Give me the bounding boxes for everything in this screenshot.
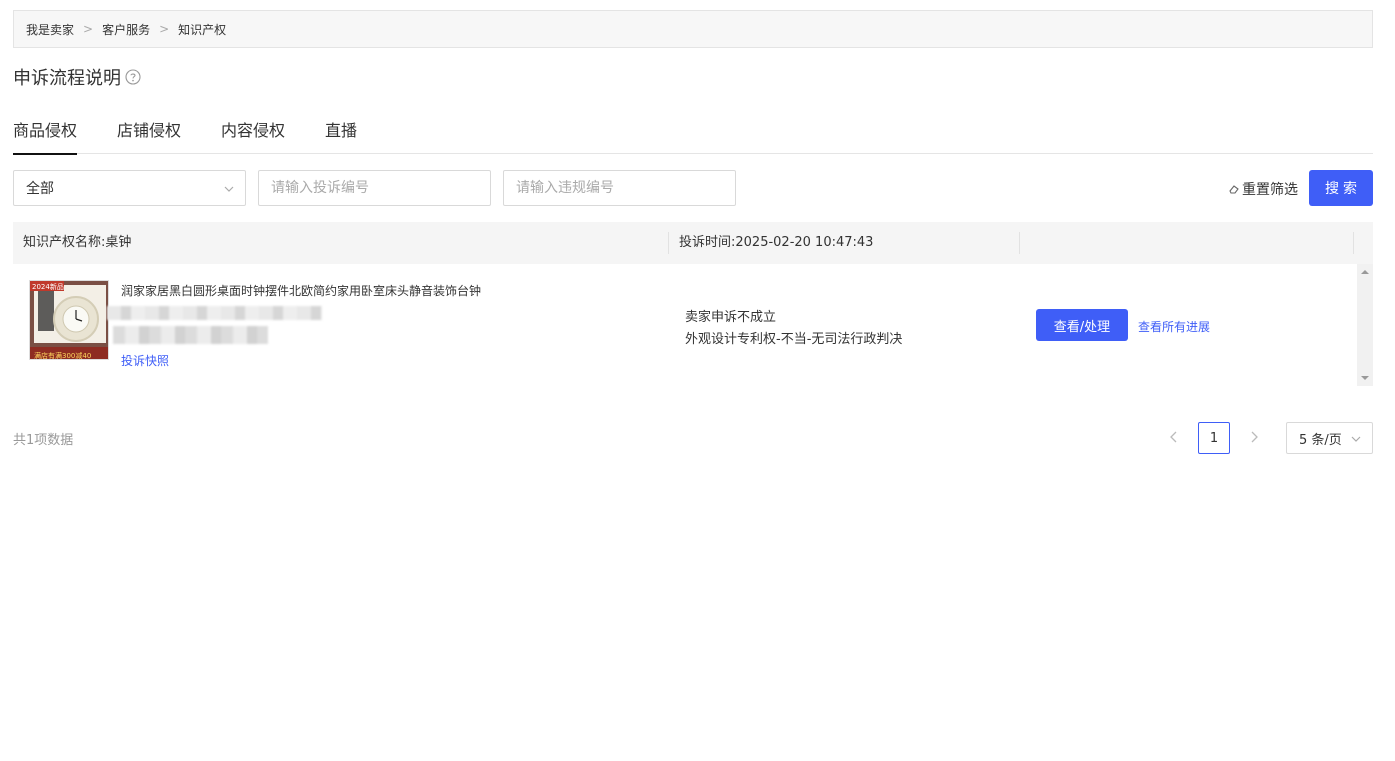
redacted-info bbox=[113, 326, 268, 344]
ip-name-header: 知识产权名称:桌钟 bbox=[23, 235, 132, 250]
chevron-down-icon bbox=[224, 186, 234, 192]
breadcrumb-item-seller[interactable]: 我是卖家 bbox=[26, 21, 74, 38]
page-title: 申诉流程说明 bbox=[13, 68, 121, 89]
tab-content-infringement[interactable]: 内容侵权 bbox=[221, 110, 285, 154]
chevron-left-icon[interactable] bbox=[1167, 430, 1181, 444]
status-select-value: 全部 bbox=[26, 181, 54, 197]
scroll-down-arrow-icon[interactable] bbox=[1361, 374, 1369, 382]
table-header: 知识产权名称:桌钟 投诉时间:2025-02-20 10:47:43 bbox=[13, 222, 1373, 264]
complaint-time-header: 投诉时间:2025-02-20 10:47:43 bbox=[679, 235, 874, 250]
chevron-down-icon bbox=[1351, 436, 1361, 442]
breadcrumb-item-customer-service[interactable]: 客户服务 bbox=[102, 21, 150, 38]
column-divider bbox=[668, 232, 669, 254]
product-thumbnail[interactable]: 2024新品 满店有满300减40 bbox=[29, 280, 109, 360]
appeal-status: 卖家申诉不成立 bbox=[685, 310, 777, 325]
thumb-tag: 2024新品 bbox=[32, 282, 64, 291]
filter-bar: 全部 重置筛选 搜索 bbox=[13, 170, 1373, 206]
breadcrumb-separator: > bbox=[159, 22, 170, 36]
scroll-up-arrow-icon[interactable] bbox=[1361, 268, 1369, 276]
reset-filter-label: 重置筛选 bbox=[1242, 182, 1298, 198]
column-divider bbox=[1353, 232, 1354, 254]
page-number-current[interactable]: 1 bbox=[1198, 422, 1230, 454]
view-all-progress-link[interactable]: 查看所有进展 bbox=[1138, 318, 1210, 335]
redacted-info bbox=[107, 306, 322, 320]
breadcrumb-item-ip: 知识产权 bbox=[178, 22, 227, 37]
page-size-value: 5 条/页 bbox=[1299, 432, 1342, 448]
total-count: 共1项数据 bbox=[13, 433, 74, 448]
help-circle-icon[interactable] bbox=[125, 69, 141, 85]
page-size-select[interactable]: 5 条/页 bbox=[1286, 422, 1373, 454]
violation-number-input[interactable] bbox=[503, 170, 736, 206]
tab-live-stream[interactable]: 直播 bbox=[325, 110, 357, 154]
breadcrumb: 我是卖家 > 客户服务 > 知识产权 bbox=[13, 10, 1373, 48]
reset-filter-button[interactable]: 重置筛选 bbox=[1228, 179, 1298, 199]
chevron-right-icon[interactable] bbox=[1247, 430, 1261, 444]
search-button[interactable]: 搜索 bbox=[1309, 170, 1373, 206]
thumb-banner: 满店有满300减40 bbox=[34, 351, 91, 360]
product-title[interactable]: 润家家居黑白圆形桌面时钟摆件北欧简约家用卧室床头静音装饰台钟 bbox=[121, 282, 481, 299]
column-divider bbox=[1019, 232, 1020, 254]
eraser-icon bbox=[1229, 185, 1239, 194]
view-handle-button[interactable]: 查看/处理 bbox=[1036, 309, 1128, 341]
table-row: 2024新品 满店有满300减40 润家家居黑白圆形桌面时钟摆件北欧简约家用卧室… bbox=[13, 264, 1373, 386]
tab-bar: 商品侵权 店铺侵权 内容侵权 直播 bbox=[13, 110, 1373, 155]
vertical-scrollbar[interactable] bbox=[1357, 264, 1373, 386]
breadcrumb-separator: > bbox=[83, 22, 94, 36]
status-select[interactable]: 全部 bbox=[13, 170, 246, 206]
tab-shop-infringement[interactable]: 店铺侵权 bbox=[117, 110, 181, 154]
tab-product-infringement[interactable]: 商品侵权 bbox=[13, 110, 78, 155]
complaint-number-input[interactable] bbox=[258, 170, 491, 206]
page-title-row: 申诉流程说明 bbox=[13, 64, 141, 90]
violation-reason: 外观设计专利权-不当-无司法行政判决 bbox=[685, 332, 903, 347]
complaint-snapshot-link[interactable]: 投诉快照 bbox=[121, 352, 169, 369]
clock-product-image: 2024新品 满店有满300减40 bbox=[30, 281, 108, 360]
